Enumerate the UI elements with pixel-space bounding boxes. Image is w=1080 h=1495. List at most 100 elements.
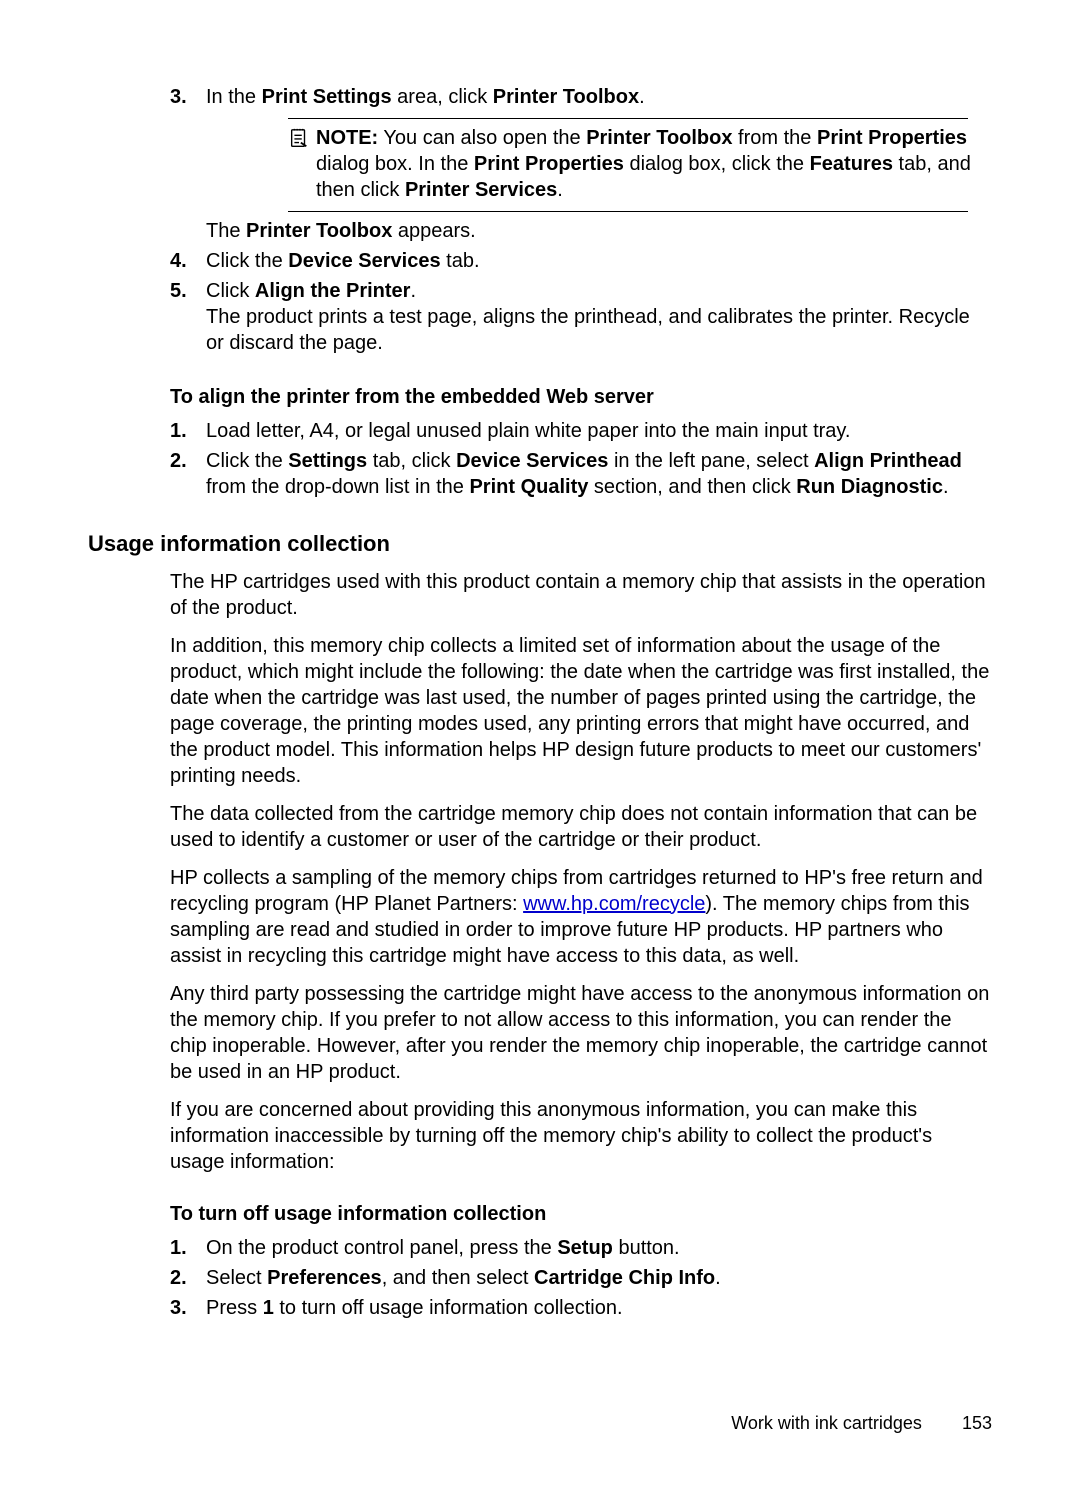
paragraph: Any third party possessing the cartridge… [170, 981, 992, 1085]
text-run: tab. [441, 250, 480, 272]
text-run: in the left pane, select [608, 450, 814, 472]
text-run: area, click [392, 86, 493, 108]
text-run: Cartridge Chip Info [534, 1267, 715, 1289]
text-run: Load letter, A4, or legal unused plain w… [206, 420, 851, 442]
text-run: Click the [206, 450, 288, 472]
text-run: section, and then click [588, 476, 796, 498]
text-run: tab, click [367, 450, 456, 472]
text-run: Click the [206, 250, 288, 272]
text-run: . [943, 476, 949, 498]
list-item: 3. In the Print Settings area, click Pri… [170, 84, 992, 110]
hyperlink[interactable]: www.hp.com/recycle [523, 893, 705, 915]
text-run: . [410, 280, 416, 302]
usage-paragraphs: The HP cartridges used with this product… [170, 569, 992, 1227]
list-number: 2. [170, 448, 206, 474]
paragraph: If you are concerned about providing thi… [170, 1097, 992, 1175]
list-item: 3. Press 1 to turn off usage information… [170, 1295, 992, 1321]
page: 3. In the Print Settings area, click Pri… [0, 0, 1080, 1495]
divider [288, 118, 968, 119]
note-text: You can also open the Printer Toolbox fr… [316, 127, 971, 201]
note-icon [288, 125, 316, 156]
list-body: Click Align the Printer. The product pri… [206, 278, 992, 356]
procedure-list-1: 3. In the Print Settings area, click Pri… [170, 84, 992, 356]
text-run: 1 [263, 1297, 274, 1319]
note-label: NOTE: [316, 127, 378, 149]
paragraph: HP collects a sampling of the memory chi… [170, 865, 992, 969]
list-number: 2. [170, 1265, 206, 1291]
paragraph: The data collected from the cartridge me… [170, 801, 992, 853]
text-run: . [557, 179, 563, 201]
list-body: Load letter, A4, or legal unused plain w… [206, 418, 992, 444]
list-item: 4. Click the Device Services tab. [170, 248, 992, 274]
paragraph: The HP cartridges used with this product… [170, 569, 992, 621]
text-run: Any third party possessing the cartridge… [170, 983, 989, 1083]
text-run: Setup [557, 1237, 613, 1259]
list-item: 5. Click Align the Printer. The product … [170, 278, 992, 356]
divider [288, 211, 968, 212]
text-run: , and then select [382, 1267, 534, 1289]
note-block: NOTE: You can also open the Printer Tool… [288, 118, 992, 212]
list-body: On the product control panel, press the … [206, 1235, 992, 1261]
page-footer: Work with ink cartridges 153 [731, 1412, 992, 1435]
procedure-list-2: 1. Load letter, A4, or legal unused plai… [170, 418, 992, 500]
procedure-heading: To turn off usage information collection [170, 1201, 992, 1227]
text-run: dialog box, click the [624, 153, 810, 175]
text-run: Align the Printer [255, 280, 411, 302]
list-body: Click the Device Services tab. [206, 248, 992, 274]
text-run: Preferences [267, 1267, 382, 1289]
text-run: Device Services [288, 250, 440, 272]
text-run: . [639, 86, 645, 108]
list-body: The Printer Toolbox appears. [206, 218, 992, 244]
note-body: NOTE: You can also open the Printer Tool… [316, 125, 992, 203]
text-run: If you are concerned about providing thi… [170, 1099, 932, 1173]
text-run: In addition, this memory chip collects a… [170, 635, 989, 787]
text-run: Printer Toolbox [246, 220, 392, 242]
text-run: Print Properties [817, 127, 967, 149]
text-run: from the [733, 127, 817, 149]
text-run: On the product control panel, press the [206, 1237, 557, 1259]
text-run: Printer Toolbox [586, 127, 732, 149]
text-run: button. [613, 1237, 680, 1259]
list-body: In the Print Settings area, click Printe… [206, 84, 992, 110]
list-body: Press 1 to turn off usage information co… [206, 1295, 992, 1321]
text-run: . [715, 1267, 721, 1289]
procedure-list-3: 1. On the product control panel, press t… [170, 1235, 992, 1321]
list-number: 3. [170, 84, 206, 110]
procedure-heading: To align the printer from the embedded W… [170, 384, 992, 410]
text-run: In the [206, 86, 262, 108]
list-number: 4. [170, 248, 206, 274]
text-run: appears. [392, 220, 475, 242]
text-run: You can also open the [383, 127, 586, 149]
list-number: 1. [170, 1235, 206, 1261]
text-run: from the drop-down list in the [206, 476, 469, 498]
page-number: 153 [962, 1413, 992, 1433]
text-run: The [206, 220, 246, 242]
list-item: 2. Select Preferences, and then select C… [170, 1265, 992, 1291]
footer-section: Work with ink cartridges [731, 1413, 922, 1433]
text-run: Click [206, 280, 255, 302]
text-run: Align Printhead [814, 450, 962, 472]
list-item: 2. Click the Settings tab, click Device … [170, 448, 992, 500]
text-run: Printer Toolbox [493, 86, 639, 108]
text-run: Print Quality [469, 476, 588, 498]
paragraph: In addition, this memory chip collects a… [170, 633, 992, 789]
text-run: Device Services [456, 450, 608, 472]
text-run: Settings [288, 450, 367, 472]
list-number: 1. [170, 418, 206, 444]
list-item: 1. Load letter, A4, or legal unused plai… [170, 418, 992, 444]
list-number: 5. [170, 278, 206, 304]
section-heading: Usage information collection [88, 530, 992, 559]
list-item-continuation: The Printer Toolbox appears. [170, 218, 992, 244]
text-run: dialog box. In the [316, 153, 474, 175]
text-run: The data collected from the cartridge me… [170, 803, 977, 851]
sub-procedure-heading-block: To align the printer from the embedded W… [170, 384, 992, 410]
list-body: Select Preferences, and then select Cart… [206, 1265, 992, 1291]
text-run: Printer Services [405, 179, 557, 201]
list-item: 1. On the product control panel, press t… [170, 1235, 992, 1261]
list-number: 3. [170, 1295, 206, 1321]
text-run: Run Diagnostic [796, 476, 943, 498]
text-run: Print Settings [262, 86, 392, 108]
text-run: Print Properties [474, 153, 624, 175]
text-run: Features [810, 153, 893, 175]
list-body: Click the Settings tab, click Device Ser… [206, 448, 992, 500]
